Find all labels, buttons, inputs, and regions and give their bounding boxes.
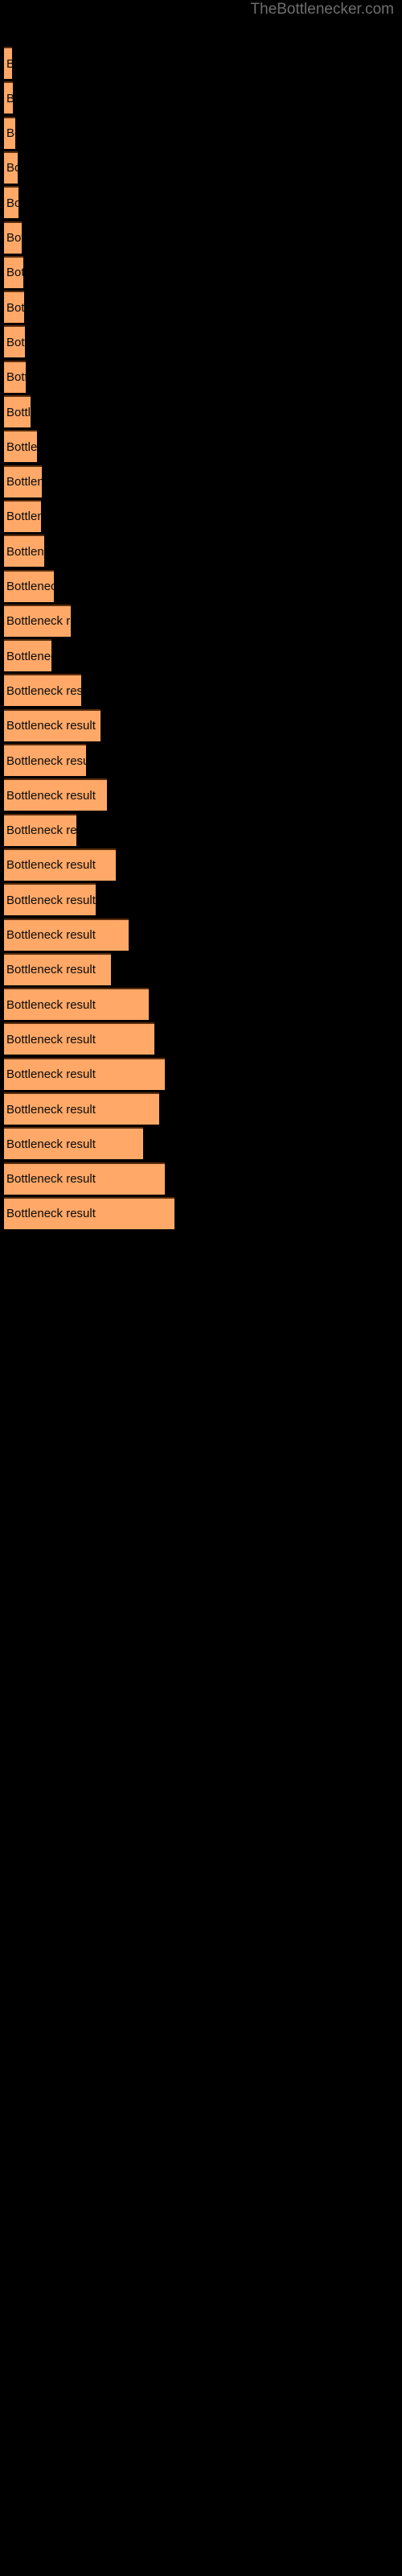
bar[interactable]: Bottleneck result [4, 116, 15, 149]
bar-label: Bottleneck result [6, 475, 42, 489]
bar[interactable]: Bottleneck result [4, 848, 116, 881]
bar[interactable]: Bottleneck result [4, 918, 129, 951]
bar-label: Bottleneck result [6, 893, 96, 907]
bar[interactable]: Bottleneck result [4, 464, 42, 497]
bar[interactable]: Bottleneck result [4, 186, 18, 219]
bar[interactable]: Bottleneck result [4, 499, 41, 532]
bar-label: Bottleneck result [6, 1067, 96, 1082]
bar-label: Bottleneck result [6, 719, 96, 733]
bar[interactable]: Bottleneck result [4, 674, 81, 707]
bar[interactable]: Bottleneck result [4, 778, 107, 811]
bar-label: Bottleneck result [6, 858, 96, 873]
bar[interactable]: Bottleneck result [4, 291, 24, 324]
bar-label: Bottleneck result [6, 370, 26, 385]
bar-label: Bottleneck result [6, 440, 37, 454]
bar-label: Bottleneck result [6, 963, 96, 977]
bar-label: Bottleneck result [6, 824, 76, 838]
bar-series: Bottleneck result Bottleneck result Bottle… [0, 0, 402, 2576]
bar-label: Bottleneck result [6, 1207, 96, 1221]
bottleneck-chart: TheBottlenecker.com Bottleneck resultBot… [0, 0, 402, 2576]
bar[interactable]: Bottleneck result [4, 708, 100, 741]
bar-label: Bottleneck result [6, 510, 41, 524]
bar[interactable]: Bottleneck result [4, 255, 23, 288]
bar[interactable]: Bottleneck result [4, 81, 13, 114]
bar-label: Bottleneck result [6, 614, 71, 629]
bar[interactable]: Bottleneck result [4, 813, 76, 846]
bar[interactable]: Bottleneck result [4, 535, 44, 568]
bar-label: Bottleneck result [4, 92, 13, 105]
bar-label: Bottleneck result [6, 1172, 96, 1187]
bar[interactable]: Bottleneck result [4, 952, 111, 985]
bar-label: Bottleneck result [6, 997, 96, 1012]
bar[interactable]: Bottleneck result [4, 47, 12, 79]
bar[interactable]: Bottleneck result [4, 151, 18, 184]
bar-label: Bottleneck result [6, 126, 15, 141]
bar[interactable]: Bottleneck result [4, 325, 25, 358]
bar[interactable]: Bottleneck result [4, 744, 86, 776]
bar-label: Bottleneck result [6, 335, 25, 349]
bar[interactable]: Bottleneck result [4, 569, 54, 602]
bar-label: Bottleneck result [6, 580, 54, 593]
bar-label: Bottleneck result [6, 231, 22, 245]
bar-label: Bottleneck result [6, 300, 24, 315]
bar-label: Bottleneck result [6, 753, 86, 768]
bar-label: Bottleneck result [6, 649, 51, 663]
bar-label: Bottleneck result [6, 196, 18, 210]
bar[interactable]: Bottleneck result [4, 1196, 174, 1229]
bar-label: Bottleneck result [6, 161, 18, 175]
bar[interactable]: Bottleneck result [4, 1127, 143, 1160]
bar-label: Bottleneck result [6, 1137, 96, 1151]
bar-label: Bottleneck result [6, 266, 23, 280]
bar-label: Bottleneck result [6, 788, 96, 803]
bar[interactable]: Bottleneck result [4, 1057, 165, 1090]
bar-label: Bottleneck result [6, 683, 81, 698]
bar-label: Bottleneck result [6, 1032, 96, 1046]
bar[interactable]: Bottleneck result [4, 395, 31, 427]
bar-label: Bottleneck result [4, 57, 12, 71]
bar[interactable]: Bottleneck result [4, 988, 149, 1021]
bar[interactable]: Bottleneck result [4, 883, 96, 916]
bar-label: Bottleneck result [6, 928, 96, 942]
bar[interactable]: Bottleneck result [4, 604, 71, 637]
bar-label: Bottleneck result [6, 544, 44, 559]
bar-label: Bottleneck result [6, 405, 31, 419]
bar[interactable]: Bottleneck result [4, 639, 51, 672]
bar[interactable]: Bottleneck result [4, 1162, 165, 1195]
bar[interactable]: Bottleneck result [4, 360, 26, 393]
bar[interactable]: Bottleneck result [4, 221, 22, 254]
bar[interactable]: Bottleneck result [4, 430, 37, 463]
bar-label: Bottleneck result [6, 1102, 96, 1117]
bar[interactable]: Bottleneck result [4, 1022, 154, 1055]
bar[interactable]: Bottleneck result [4, 1092, 159, 1125]
